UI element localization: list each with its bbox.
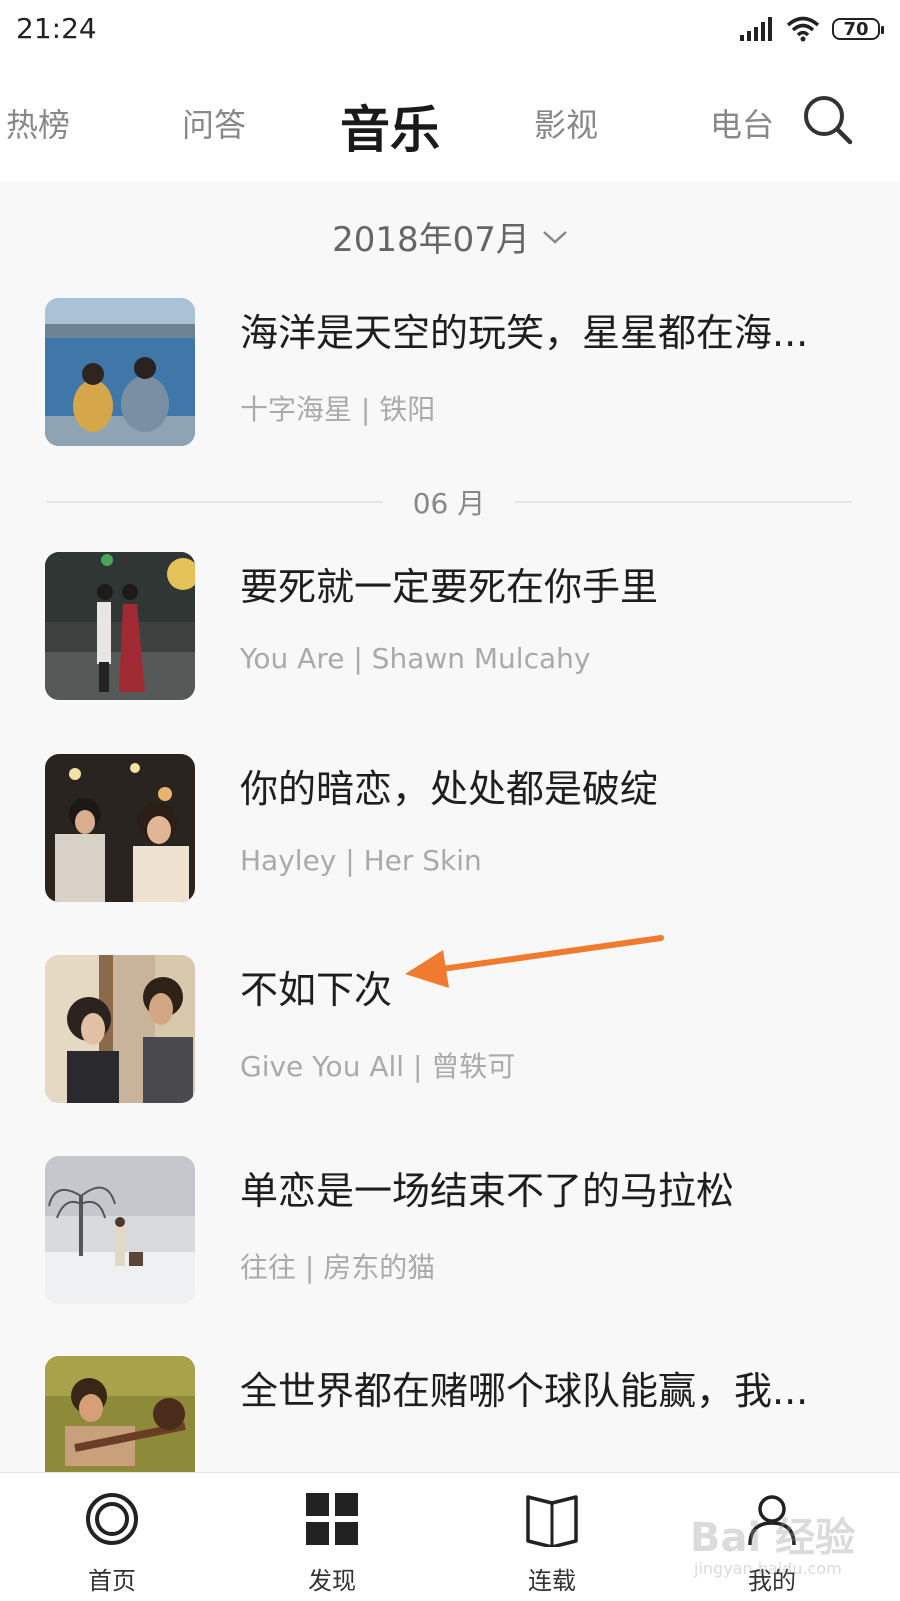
arrow-annotation-icon [405,935,664,988]
cover-image [45,1356,195,1472]
item-subtitle: You Are | Shawn Mulcahy [240,642,591,675]
watermark: Bai 经验 jingyan.baidu.com [690,1505,900,1590]
item-title: 你的暗恋，处处都是破绽 [240,767,659,811]
item-title: 要死就一定要死在你手里 [240,565,659,609]
list-item[interactable]: 你的暗恋，处处都是破绽 Hayley | Her Skin [0,754,900,902]
nav-home[interactable]: 首页 [52,1473,172,1601]
item-title: 单恋是一场结束不了的马拉松 [240,1169,735,1213]
month-selector[interactable]: 2018年07月 [0,212,900,261]
month-divider: 06 月 [46,482,852,522]
list-item[interactable]: 单恋是一场结束不了的马拉松 往往 | 房东的猫 [0,1156,900,1304]
item-subtitle: 往往 | 房东的猫 [240,1251,436,1284]
home-icon [86,1493,138,1545]
item-subtitle: Hayley | Her Skin [240,844,482,877]
music-list: 2018年07月 海洋是天空的玩笑，星星都在海... 十字海星 | 铁阳 06 … [0,182,900,1472]
wifi-icon [786,16,820,42]
month-label: 2018年07月 [332,220,530,260]
cover-image [45,1156,195,1304]
tab-qa[interactable]: 问答 [182,100,246,146]
cover-image [45,298,195,446]
status-bar: 21:24 70 [0,0,900,62]
nav-label: 首页 [88,1567,136,1595]
item-title: 海洋是天空的玩笑，星星都在海... [240,311,809,355]
status-icons: 70 [740,16,884,42]
section-label: 06 月 [412,487,486,520]
grid-icon [306,1493,358,1545]
battery-indicator: 70 [832,18,884,40]
book-icon [526,1495,578,1547]
list-item[interactable]: 海洋是天空的玩笑，星星都在海... 十字海星 | 铁阳 [0,298,900,446]
item-title: 全世界都在赌哪个球队能赢，我... [240,1369,809,1413]
tab-video[interactable]: 影视 [534,100,598,146]
divider-line [515,501,852,503]
watermark-sub: jingyan.baidu.com [694,1559,842,1578]
top-tab-bar: 热榜 问答 音乐 影视 电台 [0,62,900,182]
tab-hot[interactable]: 热榜 [6,100,70,146]
tab-radio[interactable]: 电台 [710,100,774,146]
status-time: 21:24 [16,12,97,45]
nav-serial[interactable]: 连载 [492,1473,612,1601]
list-item[interactable]: 全世界都在赌哪个球队能赢，我... [0,1356,900,1472]
cover-image [45,754,195,902]
nav-label: 发现 [308,1567,356,1595]
cover-image [45,552,195,700]
divider-line [46,501,383,503]
tab-music[interactable]: 音乐 [340,90,440,162]
list-item[interactable]: 要死就一定要死在你手里 You Are | Shawn Mulcahy [0,552,900,700]
item-subtitle: 十字海星 | 铁阳 [240,393,436,426]
search-icon[interactable] [800,92,856,148]
nav-discover[interactable]: 发现 [272,1473,392,1601]
item-subtitle: Give You All | 曾轶可 [240,1050,516,1083]
signal-icon [740,17,772,41]
chevron-down-icon [543,230,567,244]
nav-label: 连载 [528,1567,576,1595]
watermark-text: Bai 经验 [690,1515,856,1561]
cover-image [45,955,195,1103]
